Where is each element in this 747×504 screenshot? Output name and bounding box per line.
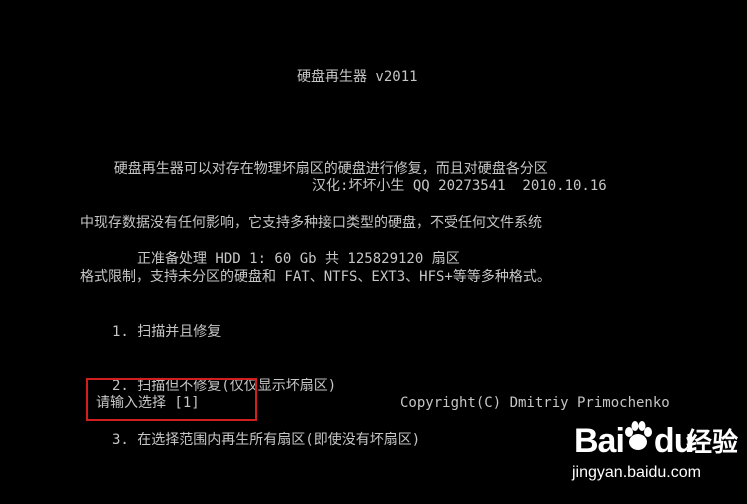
credit-line: 汉化:坏坏小生 QQ 20273541 2010.10.16 xyxy=(312,178,607,194)
copyright: Copyright(C) Dmitriy Primochenko xyxy=(400,395,670,411)
menu-option-1[interactable]: 1. 扫描并且修复 xyxy=(112,323,420,341)
baidu-url: jingyan.baidu.com xyxy=(572,464,701,481)
baidu-jingyan-text: 经验 xyxy=(686,427,739,457)
program-title: 硬盘再生器 v2011 xyxy=(297,69,418,85)
hdd-status: 正准备处理 HDD 1: 60 Gb 共 125829120 扇区 xyxy=(137,251,460,267)
description-line-3: 格式限制，支持未分区的硬盘和 FAT、NTFS、EXT3、HFS+等等多种格式。 xyxy=(80,269,551,285)
baidu-logo-bai: Bai xyxy=(574,422,625,460)
selection-prompt[interactable]: 请输入选择 [1] xyxy=(96,395,200,411)
menu-option-3[interactable]: 3. 在选择范围内再生所有扇区(即使没有坏扇区) xyxy=(112,431,420,449)
description-line-1: 硬盘再生器可以对存在物理坏扇区的硬盘进行修复，而且对硬盘各分区 xyxy=(80,161,548,177)
baidu-watermark: Bai du 经验 jingyan.baidu.com xyxy=(560,414,740,494)
description-line-2: 中现存数据没有任何影响，它支持多种接口类型的硬盘，不受任何文件系统 xyxy=(80,215,542,231)
paw-icon xyxy=(625,421,652,450)
